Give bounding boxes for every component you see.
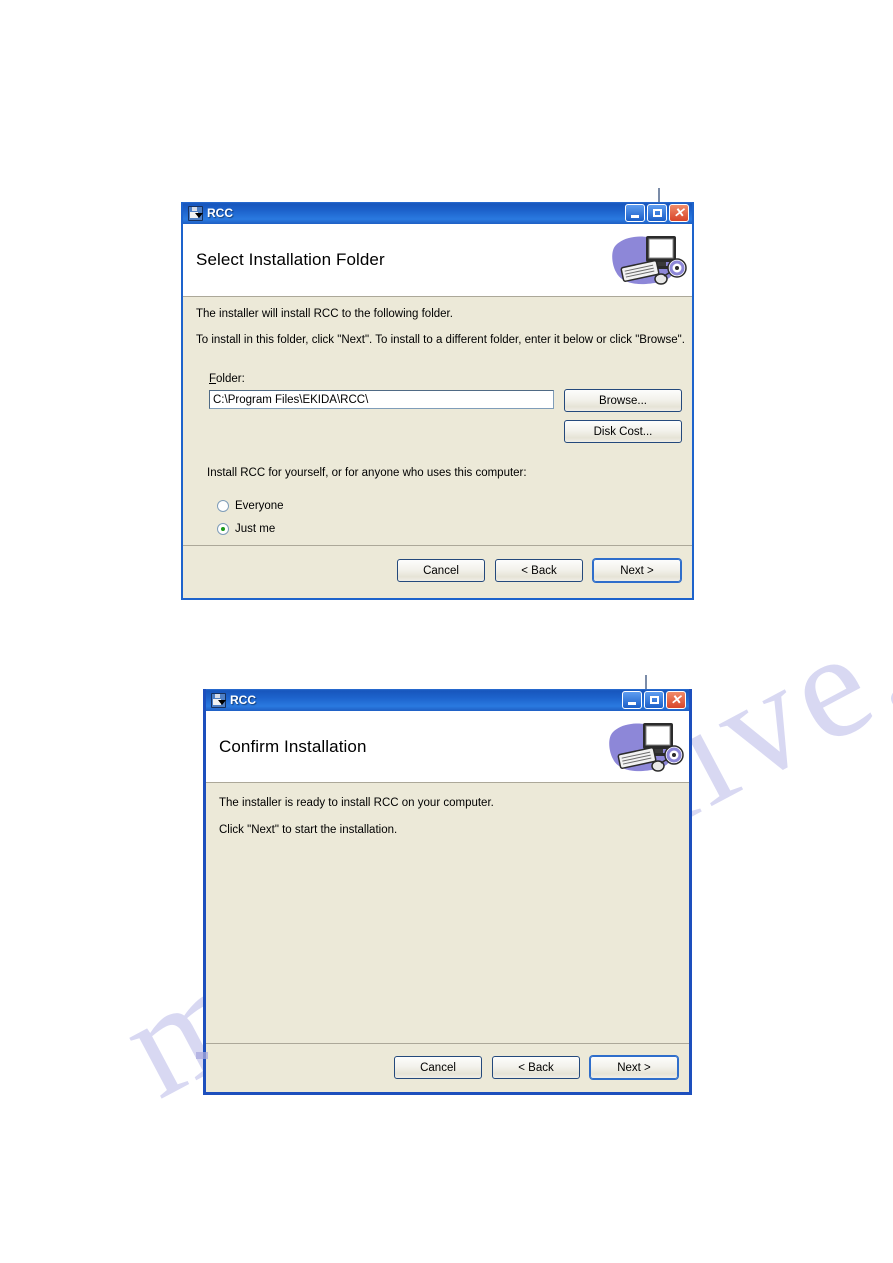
- dialog-body-2: The installer is ready to install RCC on…: [206, 783, 689, 1043]
- watermark-fragment: [196, 1052, 208, 1059]
- folder-label-accel: F: [209, 373, 217, 385]
- window-title: RCC: [207, 206, 233, 220]
- radio-everyone-mark[interactable]: [217, 500, 229, 512]
- close-glyph: ✕: [673, 205, 685, 220]
- window-title-2: RCC: [230, 693, 256, 707]
- scope-prompt: Install RCC for yourself, or for anyone …: [207, 467, 527, 479]
- maximize-icon[interactable]: [647, 204, 667, 222]
- back-button[interactable]: < Back: [495, 559, 583, 582]
- titlebar[interactable]: RCC ✕: [183, 202, 692, 224]
- dialog-body: The installer will install RCC to the fo…: [183, 297, 692, 545]
- cancel-button[interactable]: Cancel: [397, 559, 485, 582]
- computer-setup-icon: [606, 231, 692, 289]
- minimize-icon[interactable]: [625, 204, 645, 222]
- decorative-line-top-2: [645, 675, 647, 690]
- next-button[interactable]: Next >: [593, 559, 681, 582]
- back-button[interactable]: < Back: [492, 1056, 580, 1079]
- cancel-button-label: Cancel: [423, 564, 459, 577]
- installer-floppy-icon: [210, 692, 226, 708]
- dialog-footer-2: Cancel < Back Next >: [206, 1043, 689, 1091]
- folder-input-value: C:\Program Files\EKIDA\RCC\: [213, 393, 369, 406]
- next-button[interactable]: Next >: [590, 1056, 678, 1079]
- dialog-header: Select Installation Folder: [183, 224, 692, 297]
- disk-cost-button-label: Disk Cost...: [593, 425, 653, 438]
- cancel-button-label: Cancel: [420, 1061, 456, 1074]
- dialog-select-installation-folder[interactable]: RCC ✕ Select Installation Folder The ins…: [181, 202, 694, 600]
- dialog-footer: Cancel < Back Next >: [183, 545, 692, 595]
- caption-buttons-2: ✕: [622, 691, 687, 709]
- browse-button[interactable]: Browse...: [564, 389, 682, 412]
- radio-just-me-label: Just me: [235, 523, 276, 535]
- disk-cost-button[interactable]: Disk Cost...: [564, 420, 682, 443]
- body-2-line-2: Click "Next" to start the installation.: [219, 824, 398, 836]
- close-glyph: ✕: [670, 692, 682, 707]
- caption-buttons: ✕: [625, 204, 690, 222]
- body-line-1: The installer will install RCC to the fo…: [196, 308, 453, 320]
- folder-input[interactable]: C:\Program Files\EKIDA\RCC\: [209, 390, 554, 409]
- body-2-line-1: The installer is ready to install RCC on…: [219, 797, 494, 809]
- minimize-icon[interactable]: [622, 691, 642, 709]
- titlebar-2[interactable]: RCC ✕: [206, 689, 689, 711]
- radio-everyone-label: Everyone: [235, 500, 284, 512]
- cancel-button[interactable]: Cancel: [394, 1056, 482, 1079]
- next-button-label: Next >: [617, 1061, 651, 1074]
- folder-label-rest: older:: [216, 373, 245, 385]
- next-button-label: Next >: [620, 564, 654, 577]
- computer-setup-icon: [603, 718, 689, 776]
- radio-just-me-mark[interactable]: [217, 523, 229, 535]
- page-title: Select Installation Folder: [196, 250, 385, 269]
- radio-everyone[interactable]: Everyone: [217, 500, 284, 512]
- close-icon[interactable]: ✕: [666, 691, 686, 709]
- installer-floppy-icon: [187, 205, 203, 221]
- back-button-label: < Back: [521, 564, 557, 577]
- body-line-2: To install in this folder, click "Next".…: [196, 334, 685, 346]
- dialog-confirm-installation[interactable]: RCC ✕ Confirm Installation The installer…: [203, 689, 692, 1095]
- dialog-header-2: Confirm Installation: [206, 711, 689, 783]
- folder-label: Folder:: [209, 373, 245, 385]
- maximize-icon[interactable]: [644, 691, 664, 709]
- back-button-label: < Back: [518, 1061, 554, 1074]
- browse-button-label: Browse...: [599, 394, 647, 407]
- close-icon[interactable]: ✕: [669, 204, 689, 222]
- radio-just-me[interactable]: Just me: [217, 523, 275, 535]
- page-title-2: Confirm Installation: [219, 736, 367, 756]
